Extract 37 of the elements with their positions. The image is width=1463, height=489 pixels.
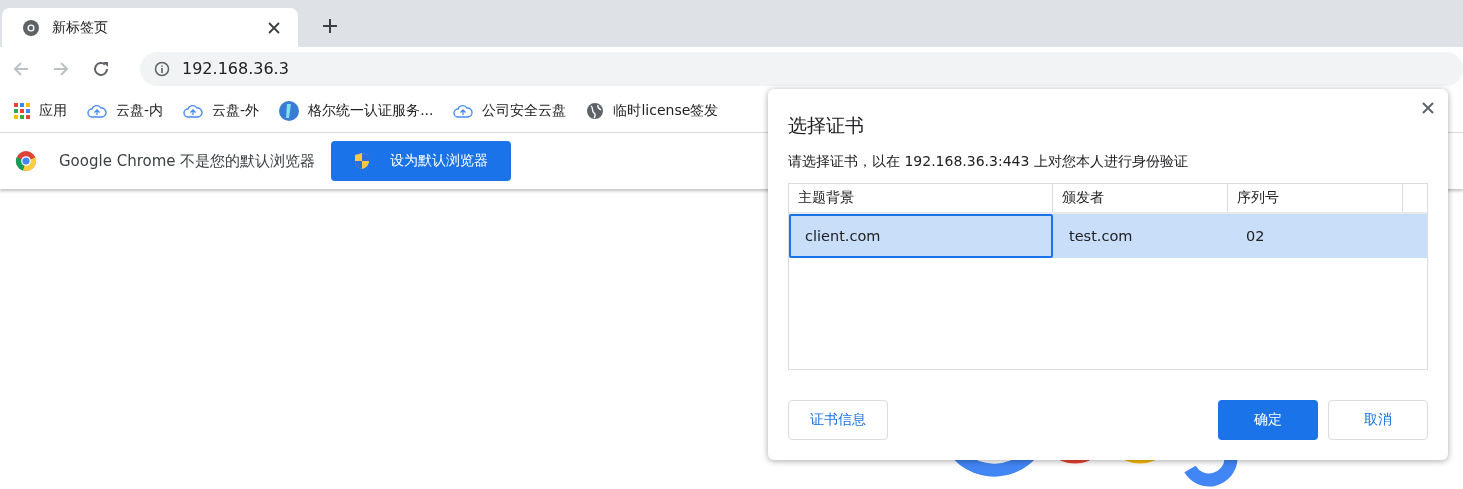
browser-tab[interactable]: 新标签页 [2, 8, 298, 47]
globe-icon [586, 102, 605, 120]
set-default-button[interactable]: 设为默认浏览器 [331, 141, 512, 181]
close-icon[interactable] [268, 21, 280, 34]
table-cell-text: test.com [1068, 227, 1134, 246]
dialog-button[interactable]: 证书信息 [788, 400, 888, 440]
column-header[interactable]: 主题背景 [789, 184, 1053, 212]
infobar-message: Google Chrome 不是您的默认浏览器 [59, 151, 316, 171]
chrome-logo-icon [15, 150, 37, 172]
reload-icon[interactable] [92, 59, 110, 78]
apps-grid-icon [14, 103, 30, 119]
new-tab-icon[interactable] [322, 18, 338, 34]
bookmark-item[interactable]: 云盘-外 [183, 102, 260, 120]
bookmark-item[interactable]: 公司安全云盘 [453, 102, 567, 120]
cloud-upload-icon [183, 104, 204, 118]
tab-title: 新标签页 [52, 18, 109, 37]
close-icon[interactable] [1422, 102, 1434, 114]
dialog-button[interactable]: 取消 [1328, 400, 1428, 440]
cloud-upload-icon [87, 104, 107, 118]
bookmark-item[interactable]: 临时license签发 [586, 102, 719, 120]
site-icon [279, 101, 300, 121]
dialog-title: 选择证书 [788, 113, 865, 138]
certificate-row[interactable]: client.com test.com 02 [789, 214, 1427, 258]
address-bar[interactable]: 192.168.36.3 [140, 51, 1463, 86]
confirm-button[interactable]: 确定 [1218, 400, 1318, 440]
column-header[interactable]: 颁发者 [1053, 184, 1228, 212]
bookmark-item[interactable]: 云盘-内 [87, 102, 164, 120]
bookmark-item[interactable]: 格尔统一认证服务... [279, 101, 434, 121]
bookmark-item[interactable]: 应用 [14, 102, 67, 120]
shield-icon [354, 152, 371, 170]
table-cell-text: 02 [1245, 227, 1266, 246]
cloud-upload-icon [453, 104, 474, 118]
info-icon[interactable] [154, 60, 170, 77]
dialog-description: 请选择证书，以在 192.168.36.3:443 上对您本人进行身份验证 [788, 153, 1189, 171]
column-header[interactable]: 序列号 [1228, 184, 1403, 212]
table-cell: client.com [789, 214, 1053, 258]
chrome-icon [22, 18, 40, 37]
